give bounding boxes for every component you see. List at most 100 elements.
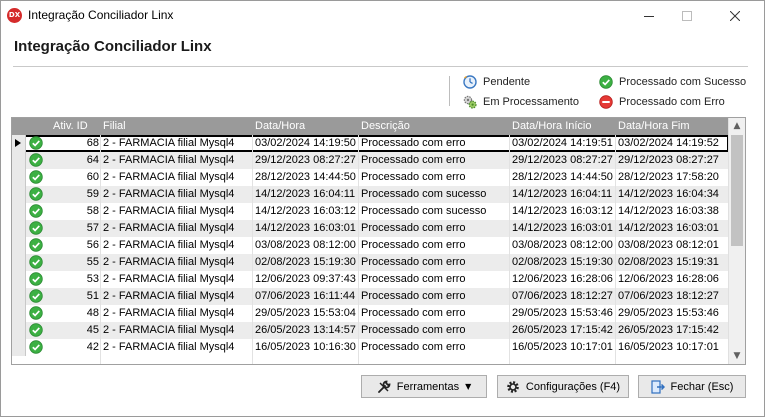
legend-label: Em Processamento <box>483 96 579 108</box>
cell-datetime: 14/12/2023 16:03:01 <box>255 222 356 234</box>
table-row[interactable]: 45 2 - FARMACIA filial Mysql4 26/05/2023 1… <box>12 322 729 339</box>
column-header-id[interactable]: Ativ. ID <box>53 120 88 132</box>
row-indicator[interactable] <box>12 322 26 339</box>
cell-filial: 2 - FARMACIA filial Mysql4 <box>103 154 235 166</box>
check-circle-icon <box>29 306 43 320</box>
cell-datetime: 12/06/2023 09:37:43 <box>255 273 356 285</box>
row-indicator[interactable] <box>12 254 26 271</box>
cell-description: Processado com erro <box>361 273 466 285</box>
row-indicator[interactable] <box>12 169 26 186</box>
cell-end: 26/05/2023 17:15:42 <box>618 324 719 336</box>
vertical-scrollbar[interactable]: ▲ ▼ <box>728 118 745 364</box>
row-indicator[interactable] <box>12 135 26 152</box>
table-row[interactable]: 68 2 - FARMACIA filial Mysql4 03/02/2024 1… <box>12 135 729 152</box>
scroll-up-icon[interactable]: ▲ <box>729 118 745 134</box>
cell-id: 55 <box>86 256 99 268</box>
column-header-description[interactable]: Descrição <box>361 120 410 132</box>
chevron-down-icon: ▼ <box>465 382 472 391</box>
check-circle-icon <box>29 255 43 269</box>
app-logo-icon: DX <box>7 8 22 23</box>
check-circle-icon <box>599 75 613 89</box>
check-circle-icon <box>29 238 43 252</box>
cell-end: 29/05/2023 15:53:46 <box>618 307 719 319</box>
row-indicator[interactable] <box>12 220 26 237</box>
row-indicator[interactable] <box>12 271 26 288</box>
table-row[interactable]: 59 2 - FARMACIA filial Mysql4 14/12/2023 1… <box>12 186 729 203</box>
check-circle-icon <box>29 136 43 150</box>
table-row[interactable]: 51 2 - FARMACIA filial Mysql4 07/06/2023 1… <box>12 288 729 305</box>
cell-id: 60 <box>86 171 99 183</box>
clock-icon <box>463 75 477 89</box>
cell-start: 26/05/2023 17:15:42 <box>512 324 613 336</box>
cell-end: 03/02/2024 14:19:52 <box>618 137 719 149</box>
check-circle-icon <box>29 289 43 303</box>
cell-filial: 2 - FARMACIA filial Mysql4 <box>103 307 235 319</box>
row-indicator[interactable] <box>12 186 26 203</box>
cell-description: Processado com erro <box>361 324 466 336</box>
current-row-arrow-icon <box>15 139 21 147</box>
cell-start: 02/08/2023 15:19:30 <box>512 256 613 268</box>
cell-filial: 2 - FARMACIA filial Mysql4 <box>103 256 235 268</box>
table-row[interactable]: 48 2 - FARMACIA filial Mysql4 29/05/2023 1… <box>12 305 729 322</box>
grid-header: Ativ. ID Filial Data/Hora Descrição Data… <box>12 118 729 135</box>
table-row[interactable]: 57 2 - FARMACIA filial Mysql4 14/12/2023 1… <box>12 220 729 237</box>
cell-description: Processado com sucesso <box>361 205 487 217</box>
window-title: Integração Conciliador Linx <box>28 8 174 22</box>
row-indicator[interactable] <box>12 305 26 322</box>
cell-id: 64 <box>86 154 99 166</box>
cell-datetime: 07/06/2023 16:11:44 <box>255 290 356 302</box>
activity-grid[interactable]: Ativ. ID Filial Data/Hora Descrição Data… <box>11 117 746 365</box>
maximize-button[interactable] <box>664 1 710 30</box>
table-row[interactable]: 60 2 - FARMACIA filial Mysql4 28/12/2023 1… <box>12 169 729 186</box>
cell-datetime: 14/12/2023 16:04:11 <box>255 188 356 200</box>
cell-start: 07/06/2023 18:12:27 <box>512 290 613 302</box>
settings-button[interactable]: Configurações (F4) <box>497 375 629 398</box>
scroll-down-icon[interactable]: ▼ <box>729 348 745 364</box>
cell-id: 58 <box>86 205 99 217</box>
row-indicator[interactable] <box>12 288 26 305</box>
legend-pending: Pendente <box>463 75 530 89</box>
cell-filial: 2 - FARMACIA filial Mysql4 <box>103 171 235 183</box>
legend-success: Processado com Sucesso <box>599 75 746 89</box>
close-icon <box>730 10 740 21</box>
cell-start: 14/12/2023 16:03:12 <box>512 205 613 217</box>
gear-icon <box>506 380 520 394</box>
cell-description: Processado com erro <box>361 154 466 166</box>
cell-start: 16/05/2023 10:17:01 <box>512 341 613 353</box>
page-title: Integração Conciliador Linx <box>14 38 212 55</box>
legend-divider <box>449 76 450 106</box>
table-row[interactable]: 58 2 - FARMACIA filial Mysql4 14/12/2023 1… <box>12 203 729 220</box>
cell-id: 53 <box>86 273 99 285</box>
column-header-filial[interactable]: Filial <box>103 120 126 132</box>
cell-id: 42 <box>86 341 99 353</box>
cell-id: 48 <box>86 307 99 319</box>
column-header-datetime[interactable]: Data/Hora <box>255 120 305 132</box>
cell-filial: 2 - FARMACIA filial Mysql4 <box>103 324 235 336</box>
table-row[interactable]: 64 2 - FARMACIA filial Mysql4 29/12/2023 0… <box>12 152 729 169</box>
close-button[interactable]: Fechar (Esc) <box>638 375 746 398</box>
table-row[interactable]: 42 2 - FARMACIA filial Mysql4 16/05/2023 1… <box>12 339 729 356</box>
table-row[interactable]: 53 2 - FARMACIA filial Mysql4 12/06/2023 0… <box>12 271 729 288</box>
cell-id: 57 <box>86 222 99 234</box>
column-divider <box>100 135 101 364</box>
column-header-start[interactable]: Data/Hora Início <box>512 120 591 132</box>
row-indicator[interactable] <box>12 203 26 220</box>
legend-label: Processado com Sucesso <box>619 76 747 88</box>
table-row[interactable]: 56 2 - FARMACIA filial Mysql4 03/08/2023 0… <box>12 237 729 254</box>
row-indicator[interactable] <box>12 339 26 356</box>
cell-start: 03/02/2024 14:19:51 <box>512 137 613 149</box>
tools-button[interactable]: Ferramentas ▼ <box>361 375 487 398</box>
check-circle-icon <box>29 221 43 235</box>
check-circle-icon <box>29 204 43 218</box>
row-indicator[interactable] <box>12 237 26 254</box>
cell-end: 16/05/2023 10:17:01 <box>618 341 719 353</box>
column-header-end[interactable]: Data/Hora Fim <box>618 120 690 132</box>
cell-id: 68 <box>86 137 99 149</box>
column-divider <box>252 135 253 364</box>
scrollbar-thumb[interactable] <box>731 135 743 246</box>
row-indicator[interactable] <box>12 152 26 169</box>
check-circle-icon <box>29 340 43 354</box>
table-row[interactable]: 55 2 - FARMACIA filial Mysql4 02/08/2023 1… <box>12 254 729 271</box>
close-window-button[interactable] <box>712 1 758 30</box>
cell-start: 28/12/2023 14:44:50 <box>512 171 613 183</box>
